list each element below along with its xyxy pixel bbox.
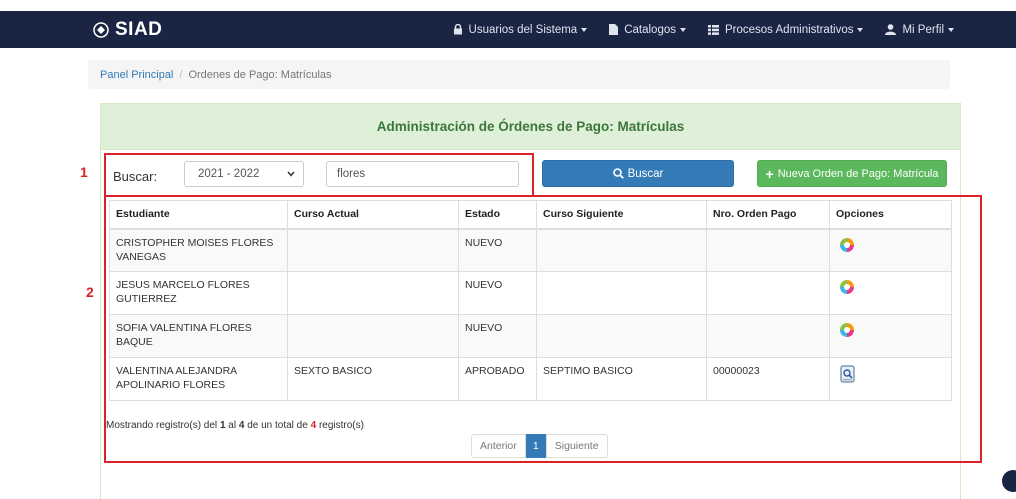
cell-curso-actual: [287, 314, 459, 358]
file-icon: [609, 24, 619, 35]
caret-down-icon: [857, 27, 864, 32]
panel-title: Administración de Órdenes de Pago: Matrí…: [101, 104, 960, 150]
main-nav: Usuarios del Sistema Catalogos Procesos …: [431, 11, 954, 48]
new-order-button[interactable]: + Nueva Orden de Pago: Matrícula: [757, 160, 947, 187]
user-icon: [885, 24, 897, 35]
cell-estudiante: SOFIA VALENTINA FLORES BAQUE: [109, 314, 288, 358]
process-ring-icon[interactable]: [840, 237, 854, 252]
top-navbar: SIAD Usuarios del Sistema Catalogos Proc…: [0, 11, 1016, 48]
col-opciones: Opciones: [829, 200, 952, 230]
records-suffix: registro(s): [318, 420, 364, 431]
search-button[interactable]: Buscar: [542, 160, 734, 187]
records-to: 4: [238, 420, 245, 431]
view-document-icon[interactable]: [840, 365, 856, 387]
nav-perfil-label: Mi Perfil: [902, 23, 944, 36]
nav-usuarios[interactable]: Usuarios del Sistema: [453, 24, 588, 36]
table-header-row: Estudiante Curso Actual Estado Curso Sig…: [109, 200, 952, 230]
cell-opciones: [829, 314, 952, 358]
search-input[interactable]: [326, 161, 519, 187]
nav-perfil[interactable]: Mi Perfil: [885, 24, 954, 36]
period-select-value: 2021 - 2022: [198, 168, 260, 180]
records-from: 1: [219, 420, 226, 431]
cell-orden: [706, 228, 830, 272]
table-row: SOFIA VALENTINA FLORES BAQUE NUEVO: [109, 314, 952, 358]
nav-catalogos-label: Catalogos: [624, 23, 676, 36]
breadcrumb-separator: /: [179, 68, 183, 81]
col-estudiante[interactable]: Estudiante: [109, 200, 288, 230]
brand-name: SIAD: [115, 18, 163, 40]
cell-opciones: [829, 357, 952, 401]
cell-orden: 00000023: [706, 357, 830, 401]
search-icon: [612, 168, 624, 179]
breadcrumb: Panel Principal / Ordenes de Pago: Matrí…: [88, 60, 950, 89]
process-ring-icon[interactable]: [840, 323, 854, 337]
records-total: 4: [310, 420, 317, 431]
cell-curso-siguiente: [536, 228, 707, 272]
nav-procesos[interactable]: Procesos Administrativos: [708, 23, 864, 36]
caret-down-icon: [680, 27, 686, 32]
cell-estado: NUEVO: [458, 314, 537, 358]
pagination-prev[interactable]: Anterior: [471, 434, 526, 458]
pagination-page-1[interactable]: 1: [525, 434, 546, 458]
table-row: CRISTOPHER MOISES FLORES VANEGAS NUEVO: [109, 228, 952, 272]
records-mid: al: [228, 420, 237, 431]
cell-estado: NUEVO: [458, 271, 537, 315]
table-row: JESUS MARCELO FLORES GUTIERREZ NUEVO: [109, 271, 952, 315]
help-icon[interactable]: [1002, 470, 1016, 492]
cell-orden: [706, 314, 830, 358]
cell-opciones: [829, 271, 952, 315]
cell-estudiante: JESUS MARCELO FLORES GUTIERREZ: [109, 271, 288, 315]
annotation-label-2: 2: [86, 284, 94, 300]
pagination: Anterior 1 Siguiente: [471, 434, 608, 458]
brand[interactable]: SIAD: [92, 11, 162, 48]
col-curso-actual[interactable]: Curso Actual: [287, 200, 459, 230]
period-select[interactable]: 2021 - 2022: [184, 161, 304, 187]
caret-down-icon: [948, 27, 954, 32]
cell-curso-actual: SEXTO BASICO: [287, 357, 459, 401]
table-row: VALENTINA ALEJANDRA APOLINARIO FLORES SE…: [109, 357, 952, 401]
nav-usuarios-label: Usuarios del Sistema: [468, 23, 578, 36]
new-order-button-label: Nueva Orden de Pago: Matrícula: [777, 167, 939, 180]
records-mid2: de un total de: [247, 420, 308, 431]
plus-icon: +: [765, 165, 774, 182]
logo-icon: [92, 21, 110, 39]
chevron-down-icon: [287, 171, 295, 177]
cell-curso-siguiente: [536, 271, 707, 315]
breadcrumb-home-link[interactable]: Panel Principal: [100, 69, 173, 81]
records-info: Mostrando registro(s) del 1 al 4 de un t…: [106, 420, 364, 431]
records-info-prefix: Mostrando registro(s) del: [106, 420, 218, 431]
search-label: Buscar:: [113, 169, 158, 184]
pagination-next[interactable]: Siguiente: [545, 434, 608, 458]
col-estado[interactable]: Estado: [458, 200, 537, 230]
orders-table: Estudiante Curso Actual Estado Curso Sig…: [109, 200, 952, 401]
caret-down-icon: [581, 27, 588, 32]
col-orden[interactable]: Nro. Orden Pago: [706, 200, 830, 230]
cell-opciones: [829, 228, 952, 272]
cell-curso-siguiente: [536, 314, 707, 358]
cell-orden: [706, 271, 830, 315]
cell-estudiante: VALENTINA ALEJANDRA APOLINARIO FLORES: [109, 357, 288, 401]
annotation-label-1: 1: [80, 164, 88, 180]
lock-icon: [453, 24, 462, 35]
nav-procesos-label: Procesos Administrativos: [725, 23, 854, 36]
cell-estado: APROBADO: [458, 357, 537, 401]
cell-curso-actual: [287, 228, 459, 272]
nav-catalogos[interactable]: Catalogos: [609, 24, 686, 36]
process-ring-icon[interactable]: [840, 280, 854, 294]
search-button-label: Buscar: [627, 167, 664, 180]
breadcrumb-current: Ordenes de Pago: Matrículas: [188, 68, 332, 81]
list-icon: [708, 24, 719, 35]
cell-curso-actual: [287, 271, 459, 315]
cell-estudiante: CRISTOPHER MOISES FLORES VANEGAS: [109, 228, 288, 272]
cell-estado: NUEVO: [458, 228, 537, 272]
cell-curso-siguiente: SEPTIMO BASICO: [536, 357, 707, 401]
col-curso-siguiente[interactable]: Curso Siguiente: [536, 200, 707, 230]
